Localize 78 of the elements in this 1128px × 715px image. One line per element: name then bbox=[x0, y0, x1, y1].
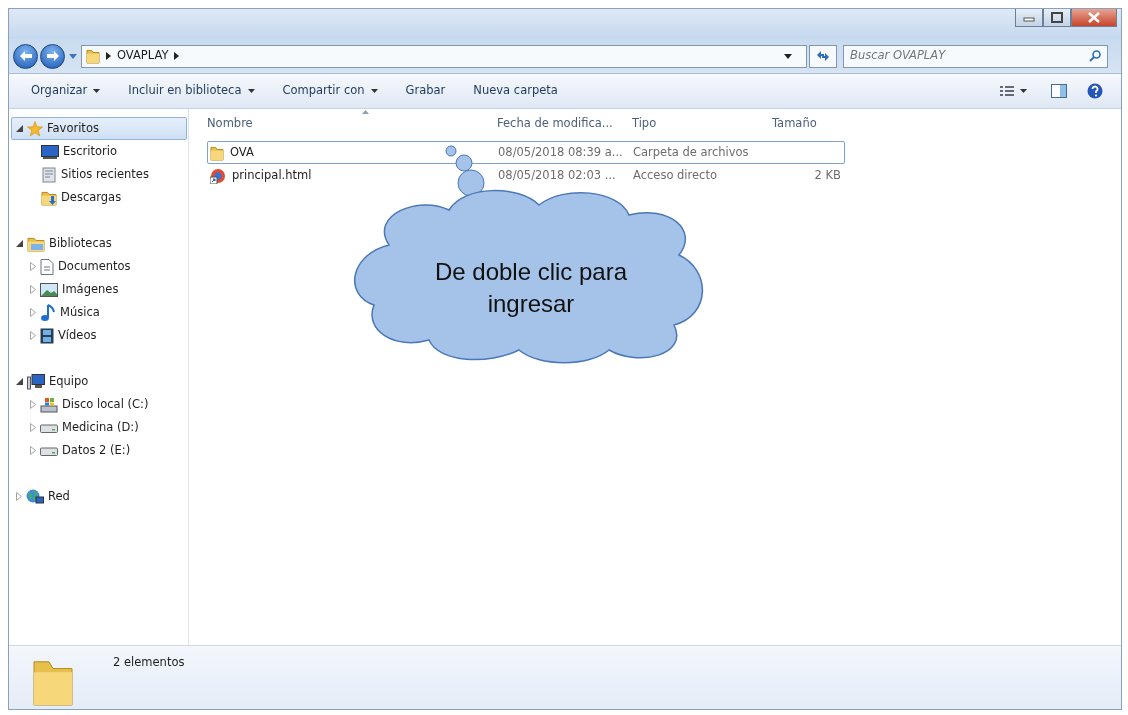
tree-item[interactable]: Vídeos bbox=[11, 324, 187, 347]
size-cell-text: 2 KB bbox=[813, 166, 841, 184]
recent-places-icon bbox=[41, 166, 57, 183]
back-arrow-icon bbox=[18, 50, 33, 62]
toolbar-button[interactable]: Grabar bbox=[397, 79, 454, 103]
drive-icon bbox=[40, 445, 58, 456]
tree-item[interactable]: Medicina (D:) bbox=[11, 416, 187, 439]
drive-icon bbox=[40, 396, 58, 413]
file-row[interactable]: principal.html 08/05/2018 02:03 ... Acceso directo 2 KB bbox=[207, 164, 845, 187]
file-name: principal.html bbox=[232, 166, 312, 184]
monitor-icon bbox=[41, 144, 59, 159]
tree-item[interactable]: Bibliotecas bbox=[11, 232, 187, 255]
date-cell-text: 08/05/2018 08:39 a... bbox=[498, 143, 624, 161]
sort-arrow-icon bbox=[362, 110, 369, 114]
type-cell-text: Carpeta de archivos bbox=[633, 143, 750, 161]
forward-arrow-icon bbox=[45, 50, 60, 62]
refresh-button[interactable] bbox=[809, 44, 837, 68]
tree-item[interactable]: Favoritos bbox=[11, 117, 187, 140]
item-count: 2 elementos bbox=[113, 654, 185, 671]
search-field[interactable]: Buscar OVAPLAY bbox=[850, 47, 1089, 65]
preview-pane-icon bbox=[1051, 84, 1067, 98]
toolbar-button[interactable]: Incluir en biblioteca bbox=[120, 79, 263, 103]
address-field[interactable]: OVAPLAY bbox=[81, 44, 807, 68]
library-icon bbox=[27, 235, 45, 252]
web-shortcut-icon bbox=[210, 167, 226, 184]
column-header[interactable]: Fecha de modifica... bbox=[497, 115, 632, 133]
minimize-button[interactable] bbox=[1015, 9, 1043, 27]
breadcrumb-item[interactable]: OVAPLAY bbox=[117, 47, 169, 65]
music-note-icon bbox=[40, 303, 56, 322]
caret-icon bbox=[69, 53, 77, 59]
tree-item[interactable]: Red bbox=[11, 485, 187, 508]
search-box[interactable]: Buscar OVAPLAY bbox=[843, 44, 1108, 68]
folder-icon bbox=[210, 144, 224, 161]
tree-item[interactable]: Escritorio bbox=[11, 140, 187, 163]
maximize-button[interactable] bbox=[1043, 9, 1071, 27]
film-icon bbox=[40, 327, 54, 344]
date-cell-text: 08/05/2018 02:03 ... bbox=[498, 166, 617, 184]
tree-item[interactable]: Imágenes bbox=[11, 278, 187, 301]
toolbar-button[interactable]: Nueva carpeta bbox=[465, 79, 566, 103]
column-header[interactable]: Nombre bbox=[207, 115, 497, 133]
tree-item[interactable]: Documentos bbox=[11, 255, 187, 278]
column-header[interactable]: Tipo bbox=[632, 115, 772, 133]
toolbar-button[interactable]: Compartir con bbox=[274, 79, 386, 103]
chevron-icon bbox=[106, 52, 111, 60]
type-cell-text: Acceso directo bbox=[633, 166, 718, 184]
tree-item[interactable]: Datos 2 (E:) bbox=[11, 439, 187, 462]
drive-icon bbox=[40, 422, 58, 433]
help-icon bbox=[1087, 83, 1103, 99]
tree-item[interactable]: Disco local (C:) bbox=[11, 393, 187, 416]
history-dropdown[interactable] bbox=[67, 53, 79, 59]
file-row[interactable]: OVA 08/05/2018 08:39 a... Carpeta de archivos bbox=[207, 141, 845, 164]
document-icon bbox=[40, 258, 54, 275]
forward-button[interactable] bbox=[40, 43, 65, 69]
details-view-icon bbox=[1000, 85, 1014, 97]
callout-text: De doble clic para ingresar bbox=[433, 257, 629, 319]
star-icon bbox=[27, 120, 43, 137]
globe-network-icon bbox=[26, 488, 44, 505]
computer-icon bbox=[27, 373, 45, 390]
tree-item[interactable]: Descargas bbox=[11, 186, 187, 209]
maximize-icon bbox=[1050, 12, 1064, 23]
tree-item[interactable]: Equipo bbox=[11, 370, 187, 393]
file-name: OVA bbox=[230, 143, 254, 161]
caret-icon bbox=[784, 53, 792, 59]
tree-item[interactable]: Sitios recientes bbox=[11, 163, 187, 186]
back-button[interactable] bbox=[13, 43, 38, 69]
search-icon bbox=[1089, 50, 1101, 62]
tree-item[interactable]: Música bbox=[11, 301, 187, 324]
folder-icon bbox=[86, 48, 100, 64]
picture-icon bbox=[40, 282, 58, 297]
close-icon bbox=[1087, 12, 1101, 23]
thought-bubble-trail-drawing bbox=[445, 145, 485, 197]
refresh-arrows-icon bbox=[815, 50, 831, 62]
caret-icon bbox=[1020, 89, 1027, 93]
chevron-icon bbox=[174, 52, 180, 60]
close-button[interactable] bbox=[1071, 9, 1117, 27]
toolbar-button[interactable]: Organizar bbox=[23, 79, 109, 103]
download-folder-icon bbox=[41, 189, 57, 206]
column-header[interactable]: Tamaño bbox=[772, 115, 840, 133]
